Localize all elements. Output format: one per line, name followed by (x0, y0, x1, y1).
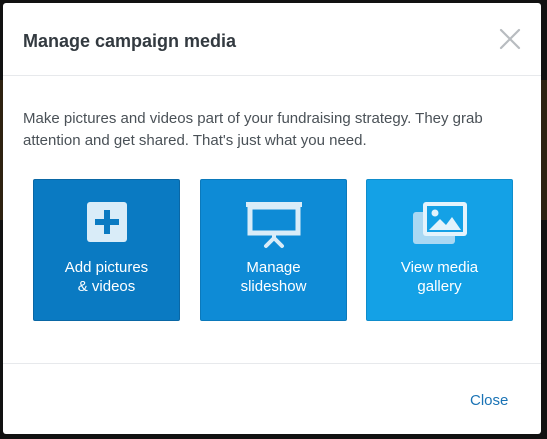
intro-text: Make pictures and videos part of your fu… (23, 110, 483, 149)
dialog-title: Manage campaign media (23, 31, 237, 51)
tile-label: Manage slideshow (240, 259, 307, 295)
image-gallery-icon (367, 202, 512, 250)
presentation-screen-icon (201, 202, 346, 250)
dialog-body: Make pictures and videos part of your fu… (3, 76, 541, 363)
manage-media-dialog: Manage campaign media Make pictures and … (3, 3, 541, 434)
add-pictures-videos-button[interactable]: Add pictures & videos (33, 179, 180, 321)
tile-label: View media gallery (400, 259, 479, 295)
tile-label: Add pictures & videos (64, 259, 149, 295)
close-icon[interactable] (499, 28, 521, 50)
manage-slideshow-button[interactable]: Manage slideshow (200, 179, 347, 321)
close-link[interactable]: Close (470, 392, 508, 409)
plus-square-icon (34, 202, 179, 250)
dialog-header: Manage campaign media (3, 3, 541, 76)
dialog-footer: Close (3, 363, 541, 434)
view-media-gallery-button[interactable]: View media gallery (366, 179, 513, 321)
